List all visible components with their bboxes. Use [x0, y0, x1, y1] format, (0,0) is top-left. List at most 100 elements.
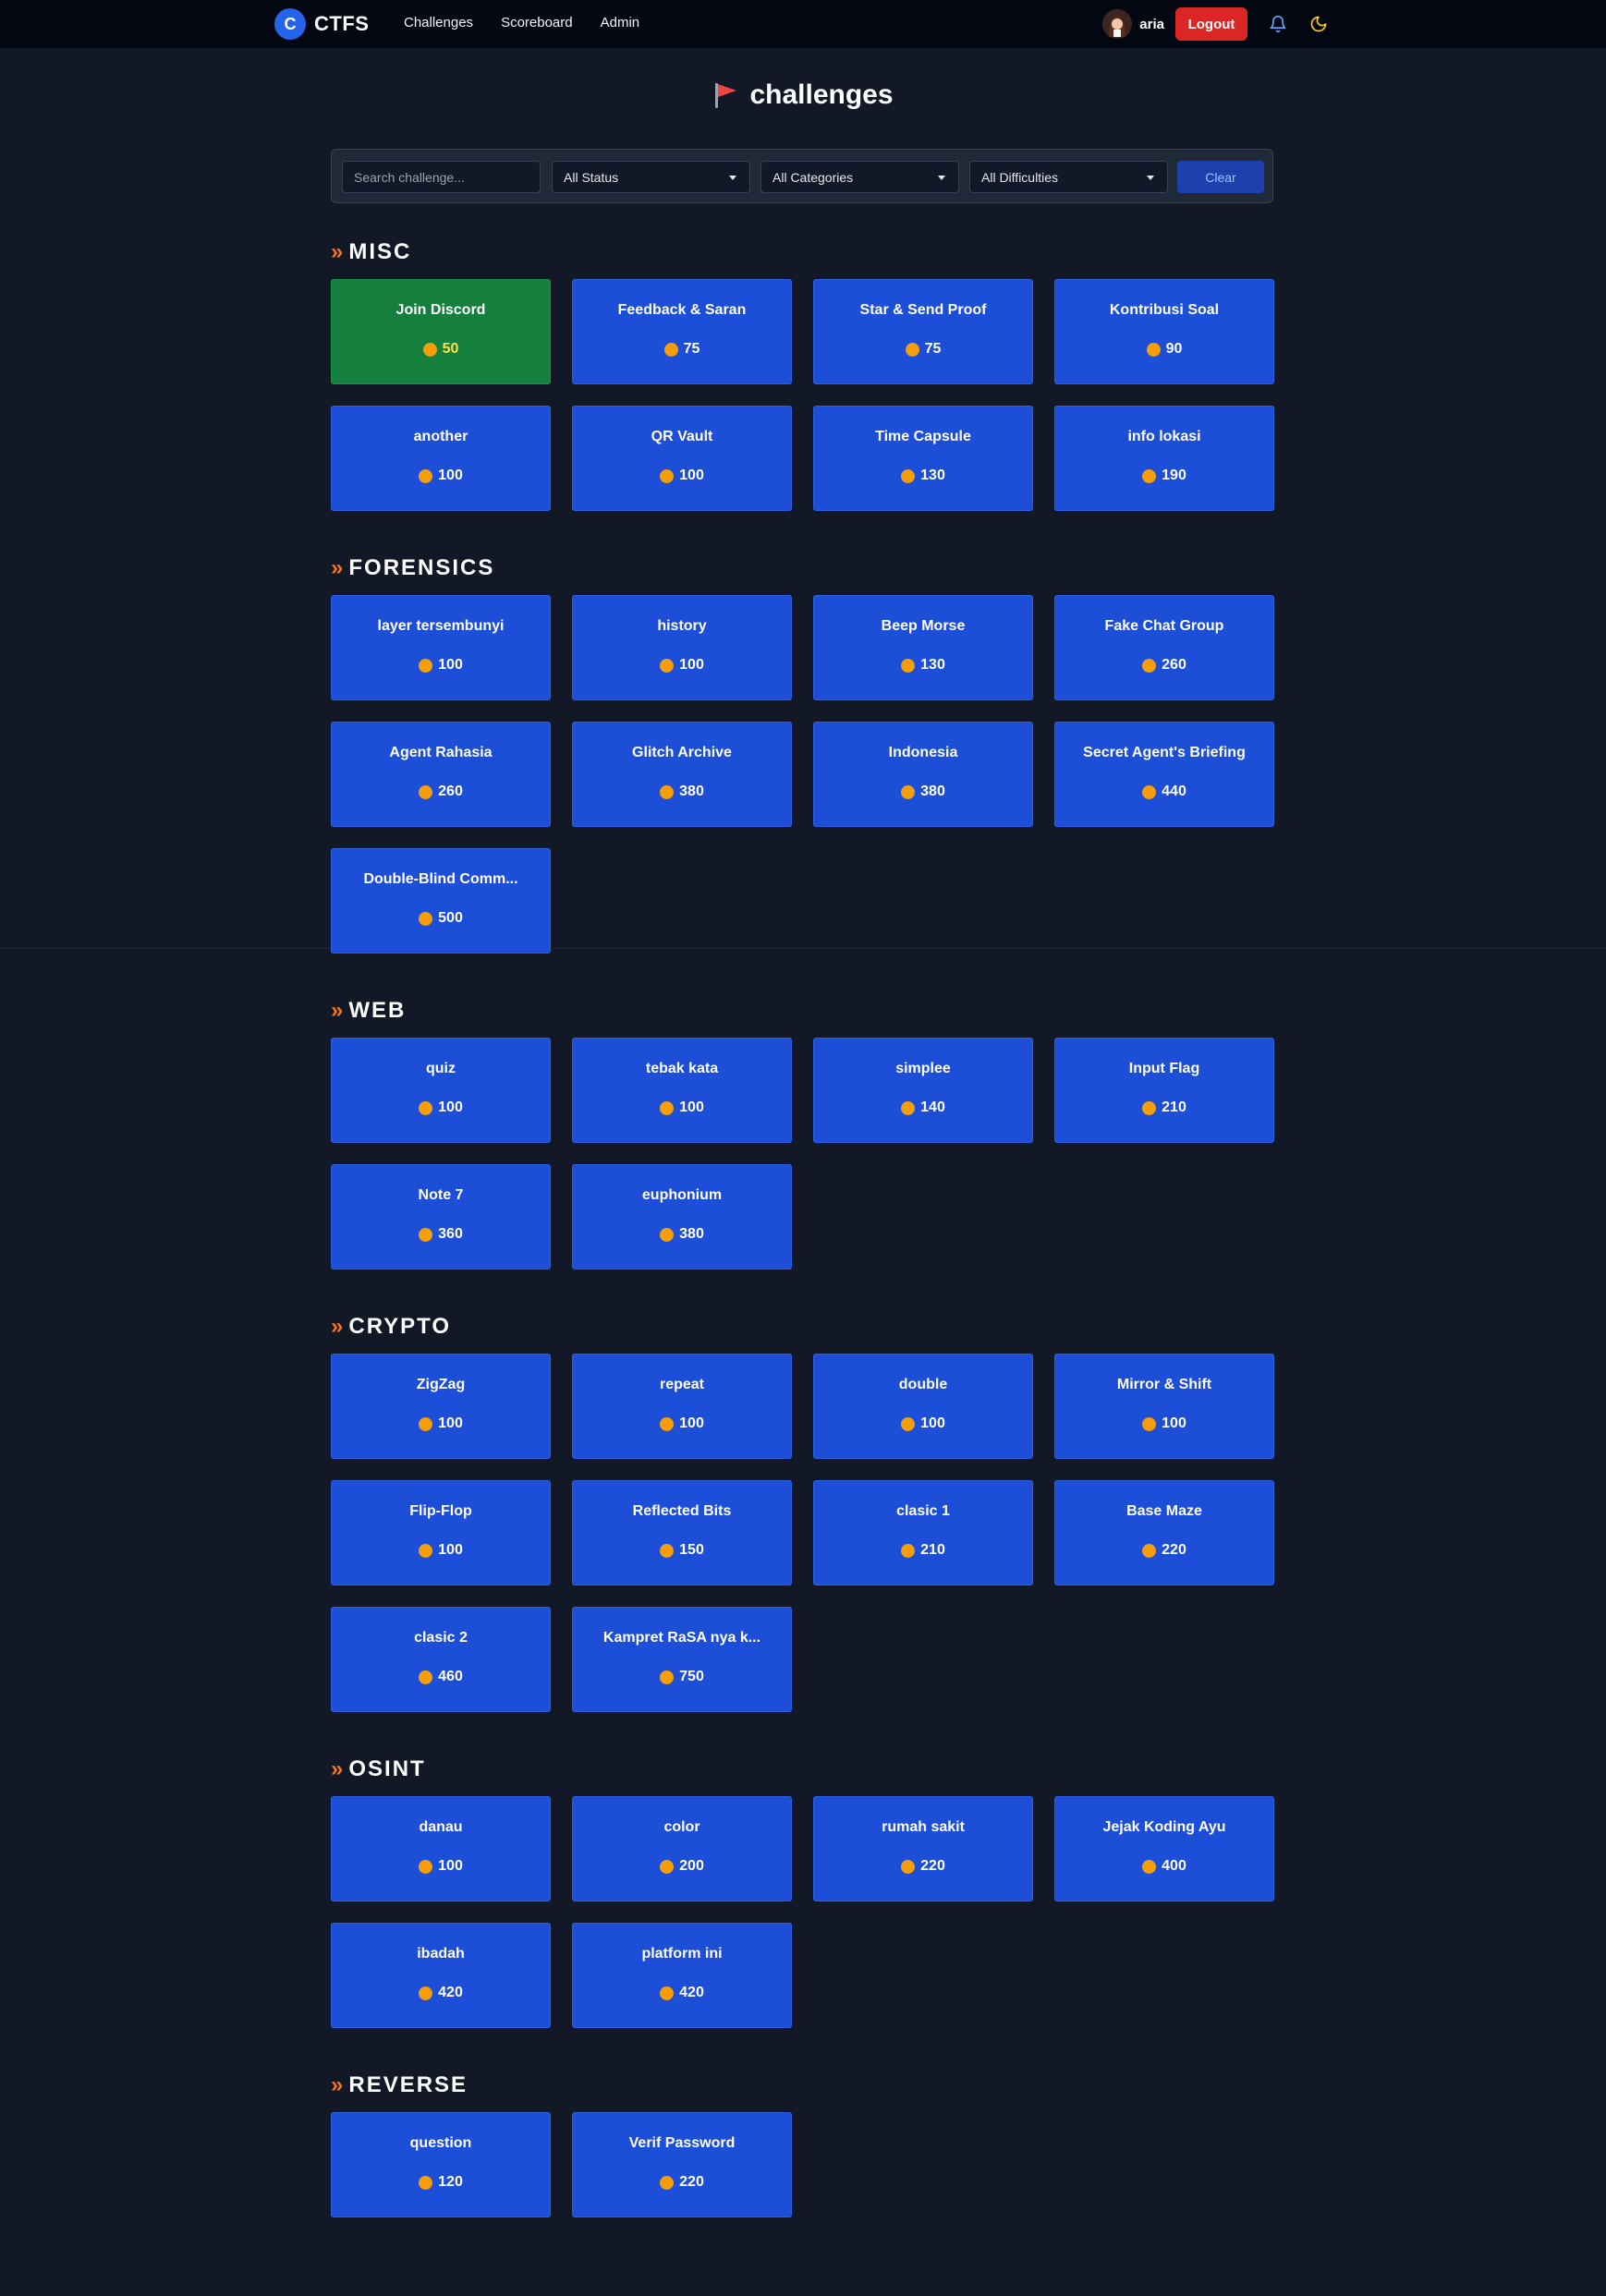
challenge-card[interactable]: simplee 140 [813, 1038, 1033, 1143]
user-name[interactable]: aria [1139, 17, 1164, 32]
chevron-down-icon [1147, 176, 1154, 180]
nav-link-scoreboard[interactable]: Scoreboard [501, 15, 573, 30]
points-value: 140 [920, 1099, 945, 1115]
challenge-card[interactable]: Verif Password 220 [572, 2112, 792, 2217]
section-osint: » OSINT danau 100 color 200 rumah sakit 220 Jeja… [331, 1754, 1275, 2028]
challenge-points: 100 [419, 468, 463, 484]
challenge-card[interactable]: tebak kata 100 [572, 1038, 792, 1143]
challenge-card[interactable]: ibadah 420 [331, 1923, 551, 2028]
challenge-card[interactable]: Glitch Archive 380 [572, 722, 792, 827]
challenge-card[interactable]: history 100 [572, 595, 792, 700]
challenge-card[interactable]: clasic 1 210 [813, 1480, 1033, 1585]
challenge-card[interactable]: Note 7 360 [331, 1164, 551, 1269]
challenge-points: 100 [660, 1099, 704, 1116]
moon-icon[interactable] [1308, 14, 1329, 34]
challenge-card[interactable]: Beep Morse 130 [813, 595, 1033, 700]
challenge-card[interactable]: Double-Blind Comm... 500 [331, 848, 551, 954]
points-value: 50 [442, 341, 459, 357]
challenge-card[interactable]: Input Flag 210 [1054, 1038, 1274, 1143]
challenge-card[interactable]: ZigZag 100 [331, 1354, 551, 1459]
challenge-card[interactable]: danau 100 [331, 1796, 551, 1901]
challenge-grid: Join Discord 50 Feedback & Saran 75 Star & S… [331, 279, 1275, 511]
challenge-card[interactable]: Feedback & Saran 75 [572, 279, 792, 384]
challenge-points: 100 [419, 1858, 463, 1875]
coin-icon [422, 342, 437, 357]
challenge-card[interactable]: Indonesia 380 [813, 722, 1033, 827]
category-heading: » CRYPTO [331, 1311, 1275, 1342]
coin-icon [1142, 1859, 1157, 1874]
coin-icon [419, 1543, 433, 1558]
challenge-card[interactable]: double 100 [813, 1354, 1033, 1459]
difficulty-select-value: All Difficulties [981, 169, 1058, 185]
challenge-card[interactable]: question 120 [331, 2112, 551, 2217]
double-chevron-icon: » [331, 2072, 344, 2097]
challenge-card[interactable]: Fake Chat Group 260 [1054, 595, 1274, 700]
challenge-card[interactable]: Base Maze 220 [1054, 1480, 1274, 1585]
points-value: 210 [920, 1542, 945, 1558]
challenge-card[interactable]: Flip-Flop 100 [331, 1480, 551, 1585]
challenge-points: 210 [1142, 1099, 1186, 1116]
challenge-points: 380 [660, 1226, 704, 1243]
clear-button[interactable]: Clear [1177, 161, 1264, 193]
challenge-points: 75 [905, 341, 941, 358]
search-input[interactable]: Search challenge... [342, 161, 541, 193]
challenge-card[interactable]: quiz 100 [331, 1038, 551, 1143]
nav-link-admin[interactable]: Admin [601, 15, 640, 30]
challenge-card[interactable]: clasic 2 460 [331, 1607, 551, 1712]
challenge-points: 100 [419, 1415, 463, 1432]
status-select[interactable]: All Status [552, 161, 750, 193]
coin-icon [901, 1859, 916, 1874]
challenge-card[interactable]: Secret Agent's Briefing 440 [1054, 722, 1274, 827]
challenge-card[interactable]: color 200 [572, 1796, 792, 1901]
points-value: 420 [438, 1985, 463, 2000]
coin-icon [660, 1543, 675, 1558]
brand[interactable]: C CTFS [274, 8, 369, 40]
challenge-card[interactable]: Time Capsule 130 [813, 406, 1033, 511]
challenge-card[interactable]: Reflected Bits 150 [572, 1480, 792, 1585]
challenge-name: Reflected Bits [632, 1503, 732, 1519]
challenge-card[interactable]: rumah sakit 220 [813, 1796, 1033, 1901]
section-crypto: » CRYPTO ZigZag 100 repeat 100 double 100 Mirror… [331, 1311, 1275, 1712]
status-select-value: All Status [564, 169, 619, 185]
coin-icon [901, 1543, 916, 1558]
challenge-points: 210 [901, 1542, 945, 1559]
challenge-name: Fake Chat Group [1104, 618, 1224, 634]
avatar[interactable] [1102, 9, 1133, 39]
difficulty-select[interactable]: All Difficulties [969, 161, 1168, 193]
points-value: 100 [438, 1415, 463, 1431]
challenge-card[interactable]: QR Vault 100 [572, 406, 792, 511]
double-chevron-icon: » [331, 555, 344, 580]
challenge-name: tebak kata [645, 1061, 719, 1076]
challenge-name: ibadah [417, 1946, 465, 1962]
challenge-card[interactable]: Agent Rahasia 260 [331, 722, 551, 827]
challenge-grid: ZigZag 100 repeat 100 double 100 Mirror & Shif… [331, 1354, 1275, 1712]
coin-icon [901, 784, 916, 799]
coin-icon [660, 1100, 675, 1115]
challenge-name: Star & Send Proof [859, 302, 987, 318]
challenge-card[interactable]: Star & Send Proof 75 [813, 279, 1033, 384]
challenge-card[interactable]: euphonium 380 [572, 1164, 792, 1269]
logout-button[interactable]: Logout [1175, 7, 1247, 41]
challenge-name: Double-Blind Comm... [363, 871, 518, 887]
points-value: 100 [438, 1858, 463, 1874]
challenge-card[interactable]: Mirror & Shift 100 [1054, 1354, 1274, 1459]
coin-icon [1142, 784, 1157, 799]
points-value: 220 [679, 2174, 704, 2190]
bell-icon[interactable] [1268, 14, 1288, 34]
category-heading: » MISC [331, 237, 1275, 268]
challenge-name: Flip-Flop [409, 1503, 472, 1519]
nav-link-challenges[interactable]: Challenges [404, 15, 473, 30]
category-select[interactable]: All Categories [760, 161, 959, 193]
points-value: 100 [438, 1542, 463, 1558]
challenge-card[interactable]: Kontribusi Soal 90 [1054, 279, 1274, 384]
challenge-card[interactable]: Kampret RaSA nya k... 750 [572, 1607, 792, 1712]
challenge-card[interactable]: platform ini 420 [572, 1923, 792, 2028]
challenge-card[interactable]: another 100 [331, 406, 551, 511]
challenge-card[interactable]: info lokasi 190 [1054, 406, 1274, 511]
challenge-card[interactable]: Jejak Koding Ayu 400 [1054, 1796, 1274, 1901]
challenge-name: Beep Morse [881, 618, 966, 634]
challenge-card[interactable]: Join Discord 50 [331, 279, 551, 384]
challenge-card[interactable]: layer tersembunyi 100 [331, 595, 551, 700]
points-value: 100 [920, 1415, 945, 1431]
challenge-card[interactable]: repeat 100 [572, 1354, 792, 1459]
